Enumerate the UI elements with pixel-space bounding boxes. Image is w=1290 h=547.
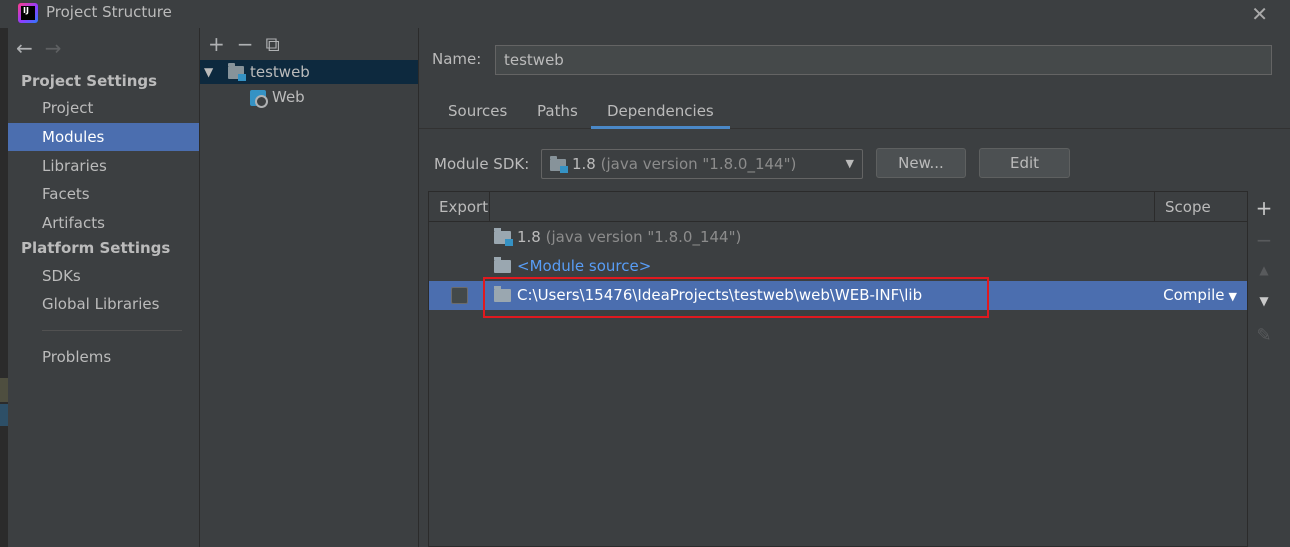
tree-node-web[interactable]: Web	[200, 85, 418, 109]
source-folder-icon	[494, 257, 511, 273]
forward-arrow-icon[interactable]: →	[45, 36, 62, 60]
add-dependency-icon[interactable]: +	[1250, 196, 1278, 220]
module-name-input[interactable]	[495, 45, 1272, 75]
module-tabs: Sources Paths Dependencies	[419, 98, 1290, 129]
export-checkbox[interactable]	[451, 287, 468, 304]
sdk-version: 1.8	[572, 155, 596, 173]
settings-nav: ← → Project Settings Project Modules Libr…	[8, 28, 200, 547]
move-up-icon[interactable]: ▲	[1250, 263, 1278, 277]
edit-sdk-button[interactable]: Edit	[979, 148, 1070, 178]
edit-pencil-icon[interactable]: ✎	[1250, 325, 1278, 346]
module-sdk-select[interactable]: 1.8 (java version "1.8.0_144") ▼	[541, 149, 863, 179]
nav-item-libraries[interactable]: Libraries	[8, 152, 199, 180]
name-label: Name:	[432, 50, 482, 68]
add-icon[interactable]: +	[208, 32, 225, 56]
tree-node-label: testweb	[250, 63, 310, 81]
module-folder-icon	[228, 63, 246, 81]
sdk-folder-icon	[550, 155, 568, 173]
background-window-edge	[0, 28, 8, 547]
remove-icon[interactable]: −	[237, 32, 254, 56]
table-row[interactable]: 1.8 (java version "1.8.0_144")	[429, 223, 1247, 252]
dependency-name: 1.8	[517, 228, 541, 246]
tree-node-label: Web	[272, 88, 305, 106]
platform-settings-header: Platform Settings	[21, 239, 171, 257]
table-header: Export Scope	[429, 192, 1247, 222]
window-title: Project Structure	[46, 3, 172, 21]
nav-item-facets[interactable]: Facets	[8, 180, 199, 208]
scope-select[interactable]: Compile ▼	[1163, 281, 1237, 311]
remove-dependency-icon[interactable]: −	[1250, 228, 1278, 252]
nav-item-problems[interactable]: Problems	[8, 343, 199, 371]
tab-dependencies[interactable]: Dependencies	[591, 102, 730, 129]
chevron-down-icon: ▼	[1228, 290, 1237, 303]
nav-item-global-libraries[interactable]: Global Libraries	[8, 290, 199, 318]
nav-item-project[interactable]: Project	[8, 94, 199, 122]
dependency-toolbar: + − ▲ ▼ ✎	[1250, 191, 1278, 547]
module-tree-panel: + − ⧉ ▼ testweb Web	[200, 28, 419, 547]
nav-item-sdks[interactable]: SDKs	[8, 262, 199, 290]
export-column-header[interactable]: Export	[439, 192, 488, 222]
nav-divider	[42, 330, 182, 331]
tab-paths[interactable]: Paths	[537, 102, 578, 129]
scope-column-header[interactable]: Scope	[1165, 192, 1211, 222]
close-button[interactable]: ✕	[1251, 2, 1268, 26]
title-bar: IJ Project Structure ✕	[0, 0, 1290, 28]
sdk-folder-icon	[494, 228, 513, 246]
nav-item-artifacts[interactable]: Artifacts	[8, 209, 199, 237]
intellij-logo-icon: IJ	[18, 3, 38, 23]
back-arrow-icon[interactable]: ←	[16, 36, 33, 60]
web-facet-icon	[250, 89, 268, 108]
dependencies-table: Export Scope 1.8 (java version "1.8.0_14…	[428, 191, 1248, 547]
dependency-detail: (java version "1.8.0_144")	[545, 228, 742, 246]
tab-sources[interactable]: Sources	[448, 102, 507, 129]
new-sdk-button[interactable]: New...	[876, 148, 966, 178]
expand-arrow-icon[interactable]: ▼	[204, 60, 213, 84]
nav-item-modules[interactable]: Modules	[8, 123, 199, 151]
project-settings-header: Project Settings	[21, 72, 158, 90]
module-sdk-label: Module SDK:	[434, 155, 530, 173]
move-down-icon[interactable]: ▼	[1250, 294, 1278, 308]
sdk-detail: (java version "1.8.0_144")	[600, 155, 797, 173]
tree-node-testweb[interactable]: ▼ testweb	[200, 60, 418, 84]
chevron-down-icon: ▼	[845, 157, 854, 170]
annotation-highlight-box	[483, 277, 989, 318]
copy-icon[interactable]: ⧉	[266, 32, 280, 56]
